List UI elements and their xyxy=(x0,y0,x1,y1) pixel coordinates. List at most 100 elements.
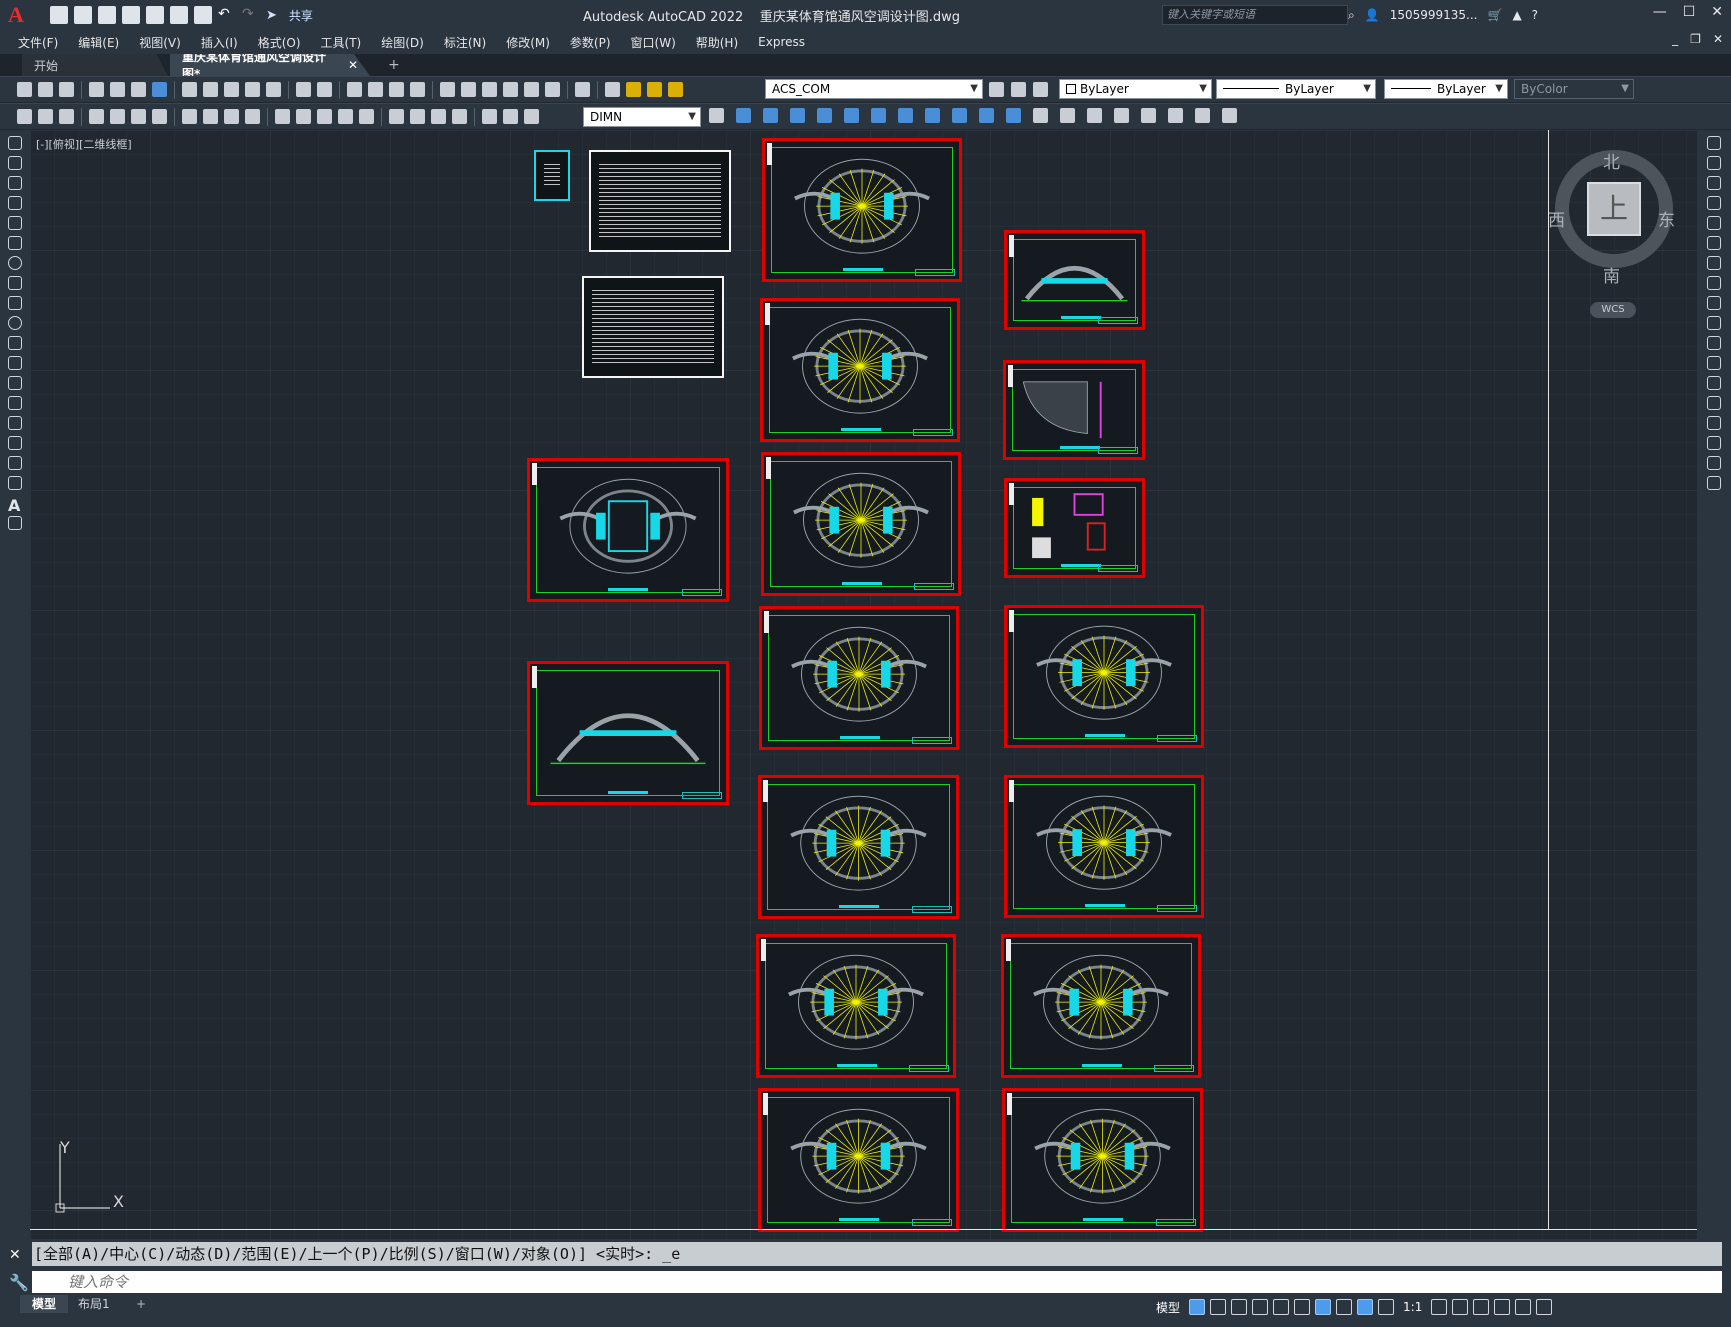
polygon-icon[interactable] xyxy=(8,196,22,210)
intersect-icon[interactable] xyxy=(1006,108,1021,123)
fly-icon[interactable] xyxy=(1195,108,1210,123)
publish-icon[interactable] xyxy=(131,82,146,97)
erase-icon[interactable] xyxy=(1707,136,1721,150)
hatch-icon[interactable] xyxy=(8,416,22,430)
drawing-sheet[interactable] xyxy=(1003,360,1145,460)
diameter-dimension-icon[interactable] xyxy=(224,109,239,124)
section-icon[interactable] xyxy=(1060,108,1075,123)
tab-start[interactable]: 开始 xyxy=(22,54,168,76)
drawing-sheet[interactable] xyxy=(1004,775,1204,918)
autodesk-app-icon[interactable]: ▲ xyxy=(1512,8,1521,22)
viewport-icon[interactable] xyxy=(1087,108,1102,123)
drawing-sheet-index[interactable] xyxy=(534,150,570,201)
web-open-icon[interactable] xyxy=(146,6,164,24)
menu-parametric[interactable]: 参数(P) xyxy=(570,34,611,51)
minimize-button[interactable]: — xyxy=(1653,4,1667,20)
plus-icon[interactable] xyxy=(1452,1299,1469,1315)
polyline-icon[interactable] xyxy=(8,176,22,190)
tab-layout1[interactable]: 布局1 xyxy=(66,1295,122,1313)
ortho-icon[interactable] xyxy=(1231,1299,1248,1315)
rectangle-icon[interactable] xyxy=(8,216,22,230)
linetype-dropdown[interactable]: ByLayer ▼ xyxy=(1216,79,1376,99)
search-icon[interactable]: ⌕ xyxy=(1348,8,1355,23)
named-views-icon[interactable] xyxy=(1114,108,1129,123)
user-icon[interactable]: 👤 xyxy=(1365,8,1380,22)
menu-window[interactable]: 窗口(W) xyxy=(631,34,676,51)
radius-dimension-icon[interactable] xyxy=(182,109,197,124)
share-icon[interactable]: ➤ xyxy=(266,8,277,23)
menu-dimension[interactable]: 标注(N) xyxy=(444,34,486,51)
model-space-label[interactable]: 模型 xyxy=(1156,1299,1180,1316)
help-button[interactable]: ? xyxy=(1532,8,1538,22)
markup-icon[interactable] xyxy=(524,82,539,97)
menu-format[interactable]: 格式(O) xyxy=(258,34,301,51)
offset-icon[interactable] xyxy=(1707,196,1721,210)
continue-dimension-icon[interactable] xyxy=(317,109,332,124)
break-at-point-icon[interactable] xyxy=(1707,356,1721,370)
dimension-space-icon[interactable] xyxy=(338,109,353,124)
revolve-icon[interactable] xyxy=(925,108,940,123)
maximize-button[interactable]: ☐ xyxy=(1683,4,1696,20)
save-icon[interactable] xyxy=(98,6,116,24)
cut-icon[interactable] xyxy=(182,82,197,97)
share-button[interactable]: 共享 xyxy=(289,7,313,24)
design-center-icon[interactable] xyxy=(461,82,476,97)
chamfer-icon[interactable] xyxy=(1707,416,1721,430)
3d-torus-icon[interactable] xyxy=(871,108,886,123)
menu-tools[interactable]: 工具(T) xyxy=(321,34,362,51)
new-icon[interactable] xyxy=(50,6,68,24)
redo-icon[interactable]: ↷ xyxy=(242,6,260,24)
table-icon[interactable] xyxy=(8,476,22,490)
menu-draw[interactable]: 绘图(D) xyxy=(381,34,424,51)
drawing-sheet[interactable] xyxy=(758,775,959,919)
gradient-icon[interactable] xyxy=(8,436,22,450)
layer-on-icon[interactable] xyxy=(626,82,641,97)
3d-cylinder-icon[interactable] xyxy=(844,108,859,123)
annotation-scale[interactable]: 1:1 xyxy=(1403,1300,1422,1314)
auto-scale-icon[interactable] xyxy=(1378,1299,1395,1315)
redo-icon[interactable] xyxy=(317,82,332,97)
drawing-sheet[interactable] xyxy=(760,298,960,442)
jogged-dimension-icon[interactable] xyxy=(203,109,218,124)
calculator-icon[interactable] xyxy=(545,82,560,97)
scale-icon[interactable] xyxy=(1707,276,1721,290)
menu-edit[interactable]: 编辑(E) xyxy=(78,34,119,51)
close-command-icon[interactable]: ✕ xyxy=(9,1247,21,1263)
ordinate-dimension-icon[interactable] xyxy=(152,109,167,124)
zoom-previous-icon[interactable] xyxy=(410,82,425,97)
layer-dropdown[interactable]: ACS_COM ▼ xyxy=(765,79,983,99)
add-layout-button[interactable]: + xyxy=(124,1295,158,1313)
properties-icon[interactable] xyxy=(440,82,455,97)
layer-thaw-icon[interactable] xyxy=(647,82,662,97)
aligned-dimension-icon[interactable] xyxy=(110,109,125,124)
object-track-icon[interactable] xyxy=(1294,1299,1311,1315)
3d-box-icon[interactable] xyxy=(736,108,751,123)
drawing-sheet[interactable] xyxy=(762,138,962,282)
drawing-sheet-schedule[interactable] xyxy=(582,276,724,378)
layer-properties-icon[interactable] xyxy=(605,82,620,97)
lineweight-icon[interactable] xyxy=(1336,1299,1353,1315)
make-current-layer-icon[interactable] xyxy=(989,82,1004,97)
trim-icon[interactable] xyxy=(1707,316,1721,330)
ellipse-icon[interactable] xyxy=(8,316,22,330)
polar-icon[interactable] xyxy=(1252,1299,1269,1315)
insert-block-icon[interactable] xyxy=(8,356,22,370)
make-block-icon[interactable] xyxy=(8,376,22,390)
array-icon[interactable] xyxy=(1707,216,1721,230)
arc-icon[interactable] xyxy=(8,236,22,250)
linear-dimension-icon[interactable] xyxy=(89,109,104,124)
camera-icon[interactable] xyxy=(1141,108,1156,123)
drawing-sheet[interactable] xyxy=(1004,478,1145,578)
isodraft-icon[interactable] xyxy=(1273,1299,1290,1315)
drawing-sheet[interactable] xyxy=(527,458,729,602)
line-icon[interactable] xyxy=(8,136,22,150)
revision-cloud-icon[interactable] xyxy=(8,276,22,290)
help-icon[interactable] xyxy=(575,82,590,97)
tab-document[interactable]: 重庆某体育馆通风空调设计图* ✕ xyxy=(170,54,370,76)
quick-dimension-icon[interactable] xyxy=(275,109,290,124)
menu-modify[interactable]: 修改(M) xyxy=(506,34,550,51)
plot-icon[interactable] xyxy=(194,6,212,24)
compass-north[interactable]: 北 xyxy=(1603,148,1620,173)
stretch-icon[interactable] xyxy=(1707,296,1721,310)
move-icon[interactable] xyxy=(1707,236,1721,250)
